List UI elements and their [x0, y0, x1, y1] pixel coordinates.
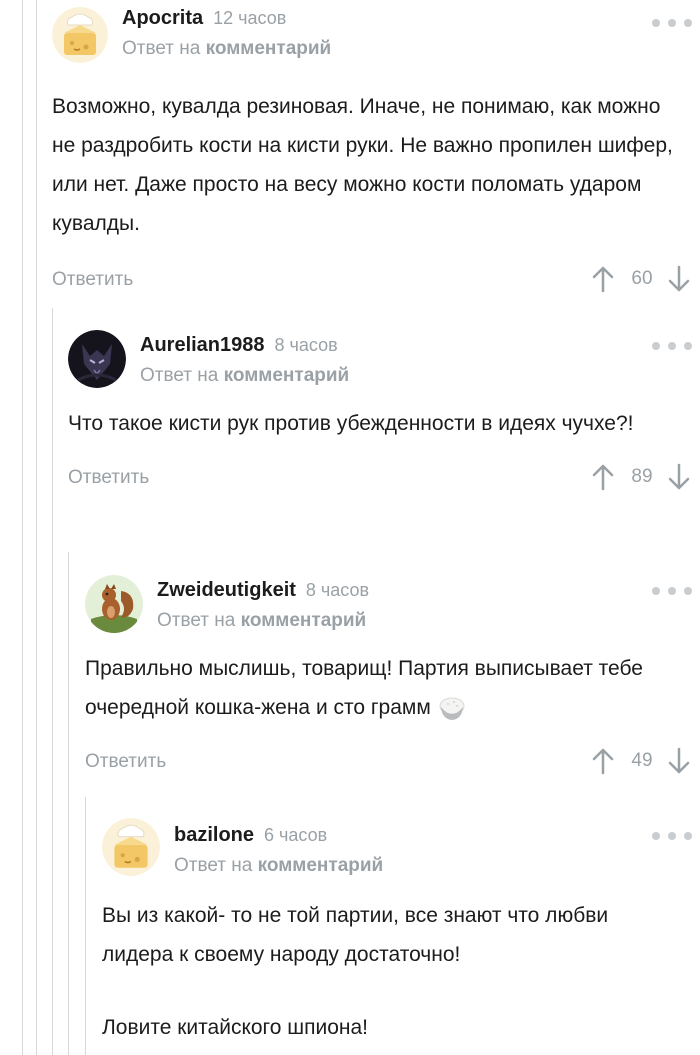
username[interactable]: Apocrita [122, 7, 203, 30]
dot-icon [668, 342, 676, 350]
thread-line [52, 308, 53, 1055]
username[interactable]: Aurelian1988 [140, 334, 265, 357]
reply-button[interactable]: Ответить [68, 467, 149, 489]
reply-to: Ответ на комментарий [140, 365, 349, 387]
dot-icon [652, 832, 660, 840]
reply-to: Ответ на комментарий [122, 38, 331, 60]
username[interactable]: bazilone [174, 824, 254, 847]
rating-value: 89 [631, 466, 653, 487]
avatar[interactable] [52, 7, 108, 63]
dot-icon [668, 19, 676, 27]
comment: Apocrita 12 часов Ответ на комментарий В… [52, 7, 700, 301]
comment: bazilone 6 часов Ответ на комментарий Вы… [102, 818, 700, 1047]
reply-to: Ответ на комментарий [174, 855, 383, 877]
downvote-arrow-icon[interactable] [668, 747, 690, 775]
reply-to: Ответ на комментарий [157, 610, 369, 632]
thread-line [68, 552, 69, 1055]
rice-bowl-icon [439, 697, 465, 721]
comment-text-content: Правильно мыслишь, товарищ! Партия выпис… [85, 657, 643, 719]
comment-footer: Ответить 89 [68, 459, 700, 499]
reply-target-link[interactable]: комментарий [241, 610, 367, 631]
cheese-cake-avatar-icon [102, 818, 160, 876]
dot-icon [652, 342, 660, 350]
comment-body: Правильно мыслишь, товарищ! Партия выпис… [85, 647, 700, 727]
comment-body: Что такое кисти рук против убежденности … [68, 402, 700, 443]
reply-prefix: Ответ на [140, 365, 219, 386]
squirrel-avatar-icon [85, 575, 143, 633]
timestamp: 8 часов [274, 335, 338, 355]
more-options-button[interactable] [652, 13, 692, 33]
upvote-arrow-icon[interactable] [592, 463, 614, 491]
upvote-arrow-icon[interactable] [592, 747, 614, 775]
comment-meta: Apocrita 12 часов Ответ на комментарий [122, 7, 331, 60]
comment-text: Ловите китайского шпиона! [102, 1016, 369, 1039]
comment-meta: Zweideutigkeit 8 часов Ответ на коммента… [157, 579, 369, 632]
comment-meta: Aurelian1988 8 часов Ответ на комментари… [140, 334, 349, 387]
upvote-arrow-icon[interactable] [592, 265, 614, 293]
comment-text: Вы из какой- то не той партии, все знают… [102, 904, 609, 966]
comment: Aurelian1988 8 часов Ответ на комментари… [68, 330, 700, 499]
dot-icon [668, 832, 676, 840]
cheese-cake-avatar-icon [52, 7, 108, 63]
avatar[interactable] [85, 575, 143, 633]
dot-icon [684, 832, 692, 840]
dot-icon [684, 19, 692, 27]
rating-value: 49 [631, 750, 653, 771]
reply-target-link[interactable]: комментарий [206, 38, 332, 59]
more-options-button[interactable] [652, 826, 692, 846]
dot-icon [652, 587, 660, 595]
avatar[interactable] [102, 818, 160, 876]
downvote-arrow-icon[interactable] [668, 265, 690, 293]
reply-prefix: Ответ на [122, 38, 201, 59]
reply-prefix: Ответ на [157, 610, 236, 631]
vote-block: 49 [592, 747, 690, 775]
comment-header: Aurelian1988 8 часов Ответ на комментари… [68, 330, 700, 402]
reply-target-link[interactable]: комментарий [224, 365, 350, 386]
comment-footer: Ответить 60 [52, 261, 700, 301]
comment-text: Возможно, кувалда резиновая. Иначе, не п… [52, 95, 673, 235]
thread-line [85, 797, 86, 1055]
rating-value: 60 [631, 268, 653, 289]
dot-icon [652, 19, 660, 27]
downvote-arrow-icon[interactable] [668, 463, 690, 491]
reply-prefix: Ответ на [174, 855, 253, 876]
timestamp: 12 часов [213, 8, 287, 28]
comment-text: Что такое кисти рук против убежденности … [68, 412, 634, 435]
more-options-button[interactable] [652, 336, 692, 356]
comment: Zweideutigkeit 8 часов Ответ на коммента… [85, 575, 700, 783]
comment-text: Правильно мыслишь, товарищ! Партия выпис… [85, 649, 680, 727]
timestamp: 6 часов [264, 825, 328, 845]
dot-icon [668, 587, 676, 595]
comment-footer: Ответить 49 [85, 743, 700, 783]
wolf-avatar-icon [68, 330, 126, 388]
dot-icon [684, 587, 692, 595]
comment-body: Возможно, кувалда резиновая. Иначе, не п… [52, 79, 700, 243]
more-options-button[interactable] [652, 581, 692, 601]
avatar[interactable] [68, 330, 126, 388]
reply-button[interactable]: Ответить [52, 269, 133, 291]
thread-line [22, 0, 23, 1055]
comment-header: Zweideutigkeit 8 часов Ответ на коммента… [85, 575, 700, 647]
username[interactable]: Zweideutigkeit [157, 579, 296, 602]
thread-line [36, 0, 37, 1055]
reply-button[interactable]: Ответить [85, 751, 166, 773]
vote-block: 89 [592, 463, 690, 491]
comment-meta: bazilone 6 часов Ответ на комментарий [174, 824, 383, 877]
timestamp: 8 часов [305, 580, 370, 600]
comment-body: Вы из какой- то не той партии, все знают… [102, 890, 700, 1047]
vote-block: 60 [592, 265, 690, 293]
comment-header: bazilone 6 часов Ответ на комментарий [102, 818, 700, 890]
comment-header: Apocrita 12 часов Ответ на комментарий [52, 7, 700, 79]
reply-target-link[interactable]: комментарий [258, 855, 384, 876]
dot-icon [684, 342, 692, 350]
